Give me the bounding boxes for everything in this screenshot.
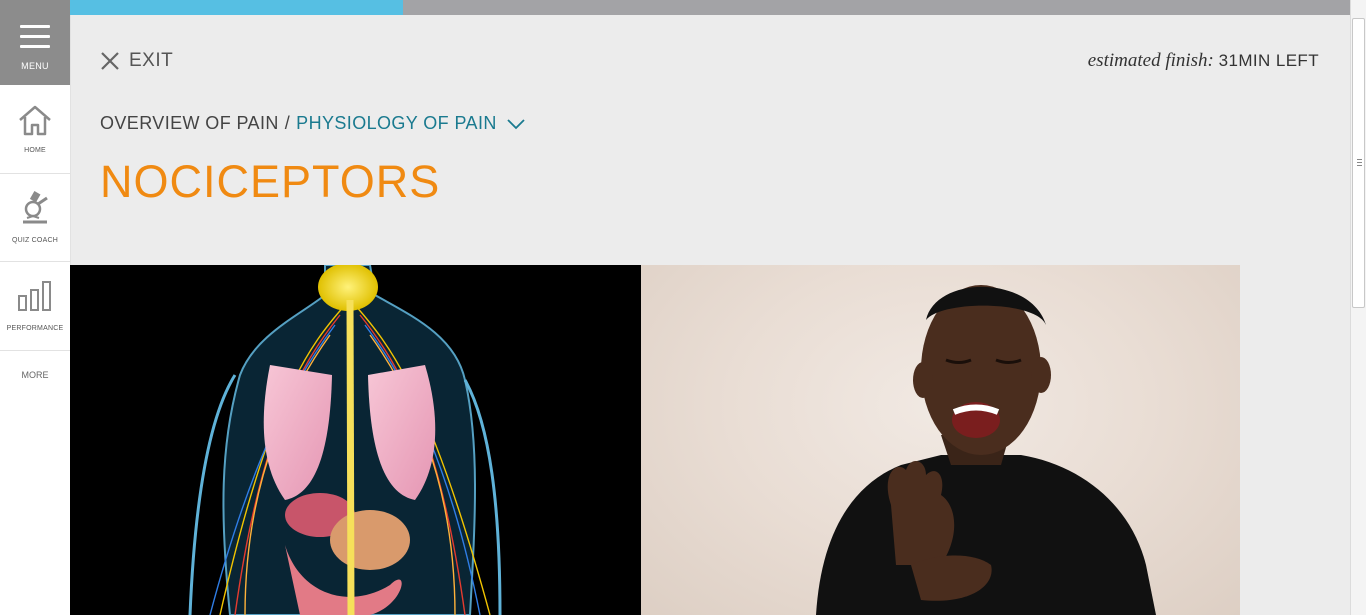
finish-time: 31MIN LEFT xyxy=(1218,51,1319,70)
sidebar-item-quiz-coach[interactable]: QUIZ COACH xyxy=(0,174,70,262)
bar-chart-icon xyxy=(18,281,51,311)
breadcrumb-separator: / xyxy=(284,113,291,133)
man-in-pain-photo xyxy=(641,265,1240,615)
breadcrumb-parent[interactable]: OVERVIEW OF PAIN xyxy=(100,113,279,134)
anatomy-illustration xyxy=(188,265,502,615)
scrollbar[interactable] xyxy=(1350,0,1366,615)
anatomy-image xyxy=(70,265,641,615)
page-title: NOCICEPTORS xyxy=(100,156,441,207)
sidebar-item-label: PERFORMANCE xyxy=(6,325,64,332)
progress-bar xyxy=(70,0,1350,15)
sidebar-item-home[interactable]: HOME xyxy=(0,85,70,174)
more-link[interactable]: MORE xyxy=(0,370,70,380)
hamburger-icon xyxy=(20,25,50,55)
home-icon xyxy=(19,105,51,136)
sidebar-item-label: QUIZ COACH xyxy=(12,237,58,244)
exit-button[interactable]: EXIT xyxy=(100,50,173,72)
breadcrumb-current[interactable]: PHYSIOLOGY OF PAIN xyxy=(296,113,497,134)
sidebar-item-performance[interactable]: PERFORMANCE xyxy=(0,262,70,351)
man-in-pain-illustration xyxy=(816,285,1156,615)
menu-label: MENU xyxy=(21,61,49,71)
estimated-finish: estimated finish: 31MIN LEFT xyxy=(1088,50,1319,72)
sidebar-item-label: HOME xyxy=(24,147,46,154)
progress-fill xyxy=(70,0,403,15)
sidebar: MENU HOME QUIZ COACH PERFORMANCE MORE xyxy=(0,0,71,615)
exit-label: EXIT xyxy=(129,50,174,71)
scrollbar-thumb[interactable] xyxy=(1352,18,1365,308)
close-icon xyxy=(101,52,119,70)
finish-prefix: estimated finish: xyxy=(1087,50,1214,71)
menu-button[interactable]: MENU xyxy=(0,0,70,85)
grip-icon xyxy=(1357,159,1362,168)
chevron-down-icon[interactable] xyxy=(507,118,525,130)
breadcrumb: OVERVIEW OF PAIN / PHYSIOLOGY OF PAIN xyxy=(100,113,525,134)
whistle-icon xyxy=(23,191,48,224)
